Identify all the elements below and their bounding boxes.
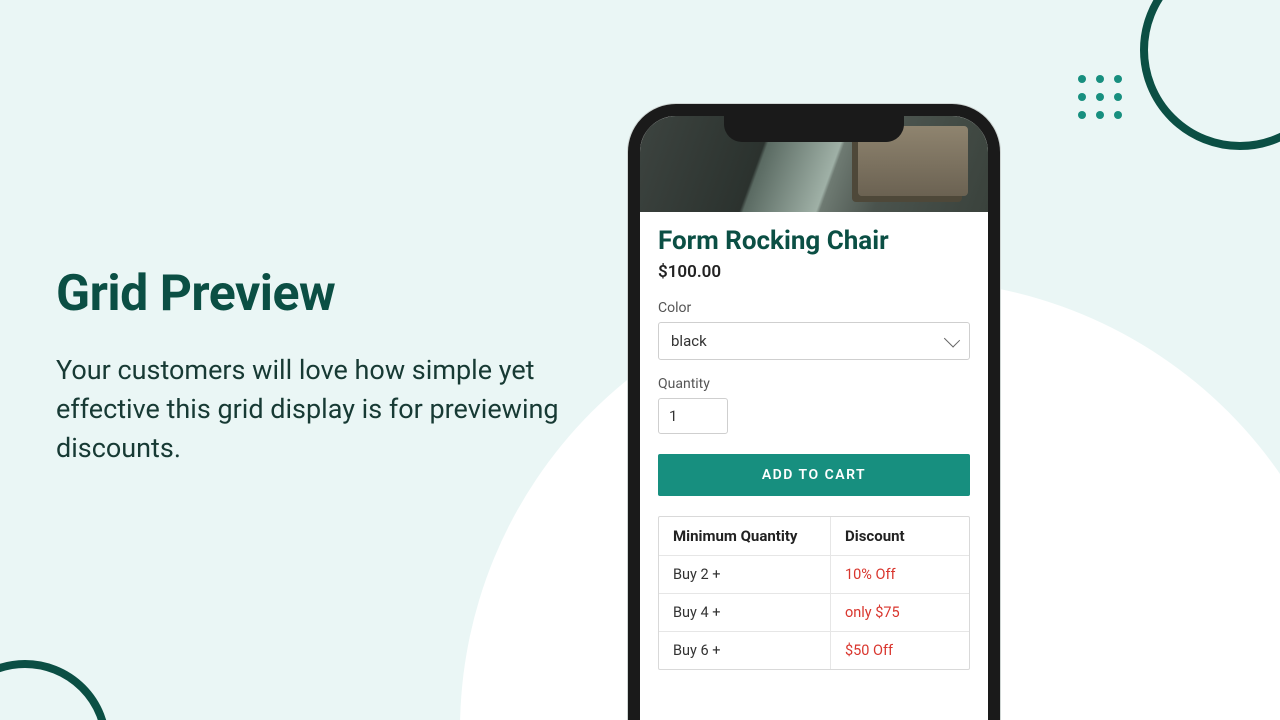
- bg-arc-bottom-left: [0, 660, 110, 720]
- discount-qty: Buy 2 +: [659, 556, 831, 593]
- discount-qty: Buy 6 +: [659, 632, 831, 669]
- discount-row: Buy 6 + $50 Off: [659, 631, 969, 669]
- discount-qty: Buy 4 +: [659, 594, 831, 631]
- chevron-down-icon: [947, 336, 957, 346]
- quantity-input[interactable]: 1: [658, 398, 728, 434]
- marketing-heading: Grid Preview: [56, 265, 596, 323]
- discount-grid-header: Minimum Quantity Discount: [659, 517, 969, 555]
- phone-notch: [724, 116, 904, 142]
- phone-screen: Form Rocking Chair $100.00 Color black Q…: [640, 116, 988, 720]
- bg-dot-grid: [1078, 75, 1122, 119]
- discount-value: 10% Off: [831, 556, 969, 593]
- discount-value: $50 Off: [831, 632, 969, 669]
- add-to-cart-button[interactable]: ADD TO CART: [658, 454, 970, 496]
- discount-value: only $75: [831, 594, 969, 631]
- bg-arc-top-right: [1140, 0, 1280, 150]
- header-discount: Discount: [831, 517, 969, 555]
- add-to-cart-label: ADD TO CART: [762, 467, 866, 483]
- discount-row: Buy 4 + only $75: [659, 593, 969, 631]
- marketing-body: Your customers will love how simple yet …: [56, 351, 596, 468]
- marketing-copy: Grid Preview Your customers will love ho…: [56, 265, 596, 468]
- product-price: $100.00: [658, 262, 970, 282]
- product-body: Form Rocking Chair $100.00 Color black Q…: [640, 212, 988, 670]
- quantity-label: Quantity: [658, 376, 970, 392]
- quantity-value: 1: [669, 407, 677, 425]
- phone-mockup: Form Rocking Chair $100.00 Color black Q…: [628, 104, 1000, 720]
- discount-grid: Minimum Quantity Discount Buy 2 + 10% Of…: [658, 516, 970, 670]
- color-select[interactable]: black: [658, 322, 970, 360]
- header-min-qty: Minimum Quantity: [659, 517, 831, 555]
- color-selected-value: black: [671, 332, 707, 350]
- discount-row: Buy 2 + 10% Off: [659, 555, 969, 593]
- product-title: Form Rocking Chair: [658, 226, 970, 256]
- color-label: Color: [658, 300, 970, 316]
